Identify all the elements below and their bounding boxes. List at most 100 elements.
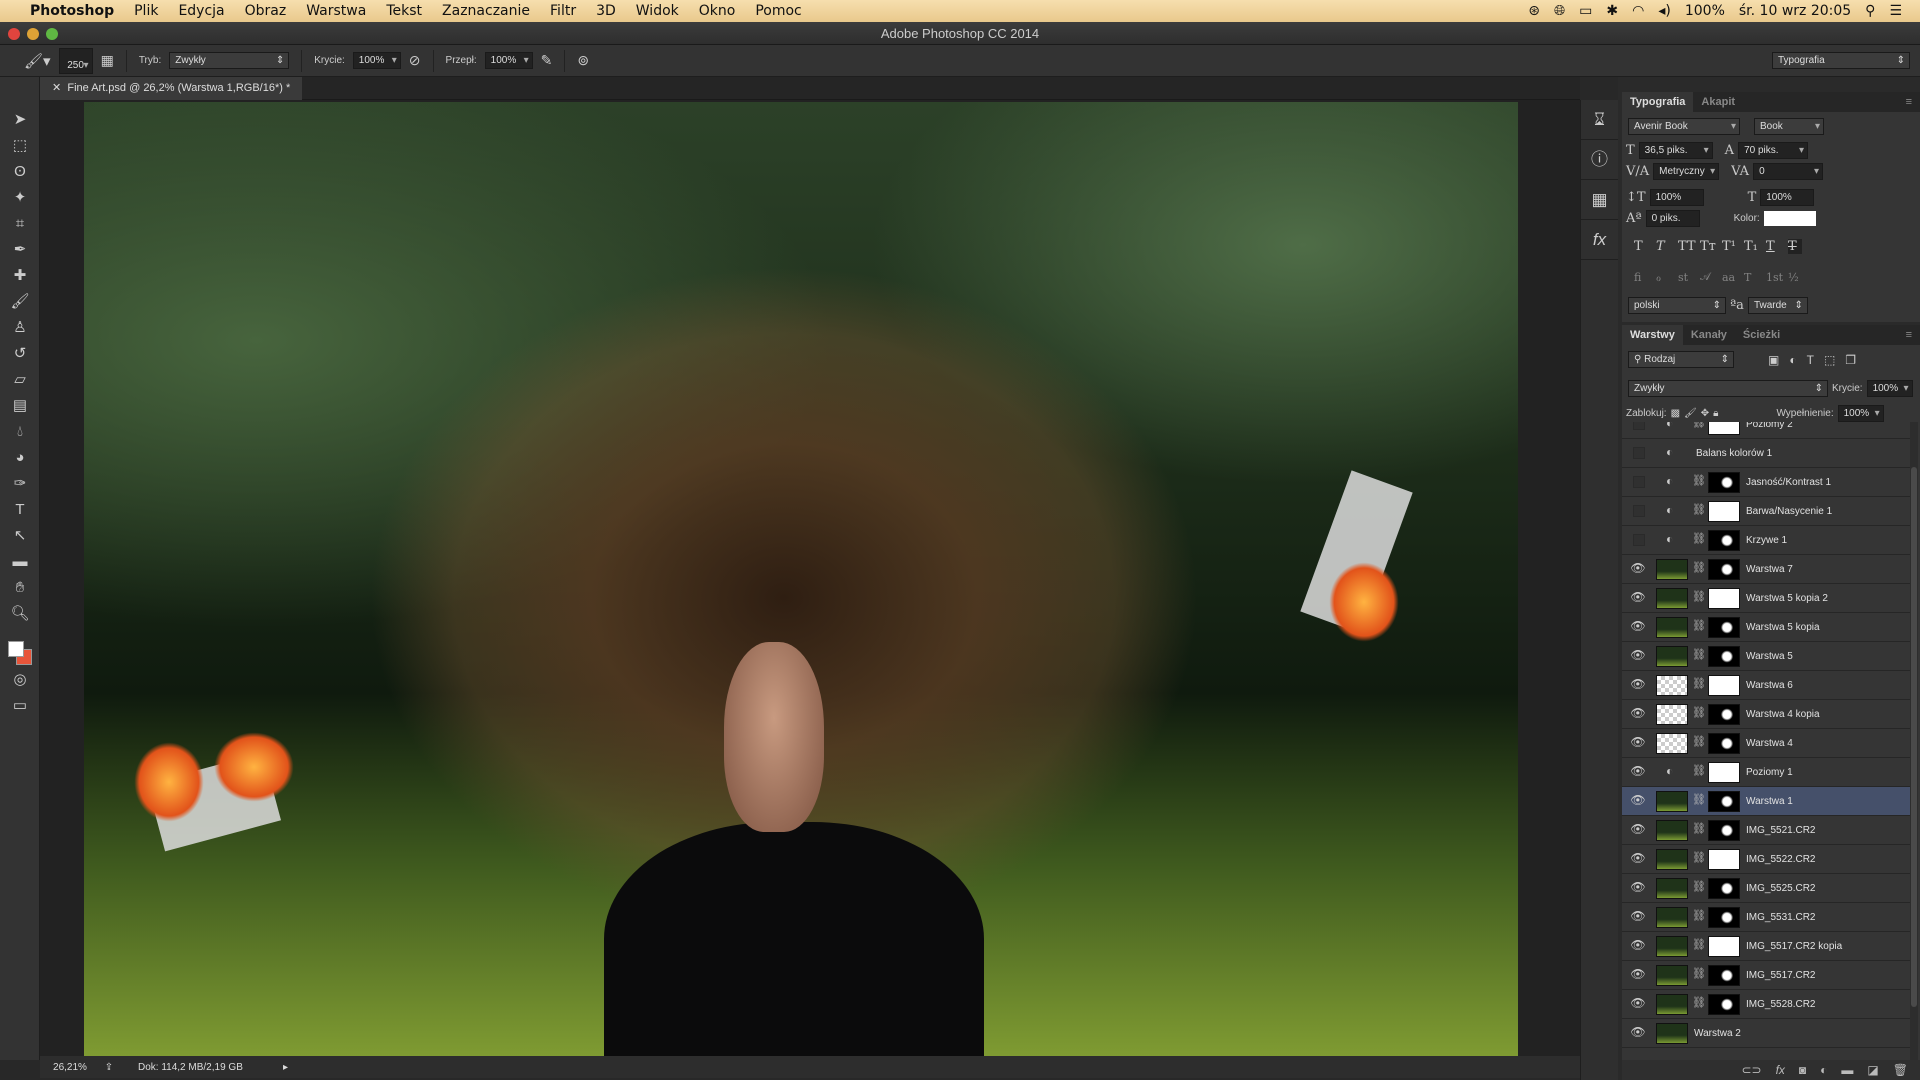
layer-row[interactable]: 👁︎ ⛓︎ IMG_5525.CR2 xyxy=(1622,874,1912,903)
visibility-toggle[interactable] xyxy=(1633,422,1645,430)
path-selection-icon[interactable]: ↖ xyxy=(0,523,40,549)
battery-percent[interactable]: 100% xyxy=(1685,3,1725,19)
mask-link-icon[interactable]: ⛓︎ xyxy=(1692,880,1706,893)
antialias-select[interactable]: Twarde ⇕ xyxy=(1747,297,1808,314)
layer-row[interactable]: 👁︎ ⛓︎ Warstwa 5 xyxy=(1622,642,1912,671)
trash-icon[interactable]: 🗑︎ xyxy=(1893,1063,1908,1077)
canvas-area[interactable] xyxy=(40,100,1580,1056)
layer-row[interactable]: 👁︎ ⛓︎ Warstwa 7 xyxy=(1622,555,1912,584)
visibility-eye-icon[interactable]: 👁︎ xyxy=(1630,996,1646,1012)
language-select[interactable]: polski ⇕ xyxy=(1628,297,1726,314)
screen-mode-icon[interactable]: ▭ xyxy=(0,693,40,719)
small-caps-button[interactable]: Tт xyxy=(1700,239,1716,254)
menu-widok[interactable]: Widok xyxy=(626,3,689,19)
blend-mode-select[interactable]: Zwykły ⇕ xyxy=(1628,380,1828,397)
mask-link-icon[interactable]: ⛓︎ xyxy=(1692,706,1706,719)
zoom-tool-icon[interactable]: 🔍︎ xyxy=(0,601,40,627)
layer-style-fx-icon[interactable]: fx xyxy=(1776,1063,1785,1077)
eyedropper-icon[interactable]: ✒ xyxy=(0,237,40,263)
discretionary-ligatures-button[interactable]: st xyxy=(1678,271,1692,284)
menu-tekst[interactable]: Tekst xyxy=(376,3,432,19)
datetime[interactable]: śr. 10 wrz 20:05 xyxy=(1739,3,1851,19)
brush-size-picker[interactable]: 250 xyxy=(58,47,93,83)
brush-tool-icon[interactable]: 🖌︎ xyxy=(0,289,40,315)
status-menu-arrow[interactable]: ▸ xyxy=(283,1062,288,1073)
scrollbar-thumb[interactable] xyxy=(1911,467,1917,1007)
visibility-eye-icon[interactable]: 👁︎ xyxy=(1630,909,1646,925)
volume-icon[interactable]: ◂) xyxy=(1658,3,1671,19)
bluetooth-icon[interactable]: ✱ xyxy=(1606,3,1618,19)
layer-row[interactable]: 👁︎ ⛓︎ IMG_5528.CR2 xyxy=(1622,990,1912,1019)
menu-obraz[interactable]: Obraz xyxy=(235,3,297,19)
menu-plik[interactable]: Plik xyxy=(124,3,168,19)
tab-typografia[interactable]: Typografia xyxy=(1622,92,1694,112)
layer-row[interactable]: 👁︎ ⛓︎ Warstwa 5 kopia 2 xyxy=(1622,584,1912,613)
visibility-eye-icon[interactable]: 👁︎ xyxy=(1630,967,1646,983)
filter-type-icon[interactable]: T xyxy=(1807,353,1814,367)
new-layer-icon[interactable]: ◪ xyxy=(1867,1063,1878,1077)
titling-button[interactable]: T xyxy=(1744,271,1758,284)
add-mask-icon[interactable]: ◙ xyxy=(1799,1063,1806,1077)
layer-row[interactable]: 👁︎ ⛓︎ Warstwa 5 kopia xyxy=(1622,613,1912,642)
layer-row[interactable]: 👁︎ ⛓︎ IMG_5522.CR2 xyxy=(1622,845,1912,874)
tab-ścieżki[interactable]: Ścieżki xyxy=(1735,325,1788,345)
styles-fx-icon[interactable]: fx xyxy=(1581,220,1618,260)
visibility-toggle[interactable] xyxy=(1633,534,1645,546)
document-image[interactable] xyxy=(84,102,1518,1056)
marquee-tool-icon[interactable]: ⬚ xyxy=(0,133,40,159)
layer-opacity-field[interactable]: 100% xyxy=(1866,380,1913,397)
mask-link-icon[interactable]: ⛓︎ xyxy=(1692,764,1706,777)
panel-menu-icon[interactable]: ≡ xyxy=(1898,92,1920,112)
close-window-button[interactable] xyxy=(8,28,20,40)
text-color-swatch[interactable] xyxy=(1763,211,1816,226)
link-layers-icon[interactable]: ⊂⊃ xyxy=(1741,1063,1761,1077)
toolbar-grip[interactable] xyxy=(0,77,39,107)
visibility-eye-icon[interactable]: 👁︎ xyxy=(1630,648,1646,664)
menu-3d[interactable]: 3D xyxy=(586,3,626,19)
strikethrough-button[interactable]: T xyxy=(1788,239,1802,254)
layer-row[interactable]: ◐ ⛓︎ Jasność/Kontrast 1 xyxy=(1622,468,1912,497)
layer-row[interactable]: ◐ Balans kolorów 1 xyxy=(1622,439,1912,468)
mask-link-icon[interactable]: ⛓︎ xyxy=(1692,503,1706,516)
layer-filter-select[interactable]: ⚲ Rodzaj ⇕ xyxy=(1628,351,1734,368)
spotlight-icon[interactable]: ⚲ xyxy=(1865,3,1875,19)
menu-zaznaczanie[interactable]: Zaznaczanie xyxy=(432,3,540,19)
close-tab-icon[interactable]: ✕ xyxy=(52,82,67,94)
brush-panel-toggle-icon[interactable]: ▦ xyxy=(101,52,114,69)
layers-scrollbar[interactable] xyxy=(1910,422,1918,1060)
magic-wand-icon[interactable]: ✦ xyxy=(0,185,40,211)
fractions-button[interactable]: ½ xyxy=(1788,271,1802,284)
mask-link-icon[interactable]: ⛓︎ xyxy=(1692,967,1706,980)
fill-field[interactable]: 100% xyxy=(1837,405,1884,422)
mask-link-icon[interactable]: ⛓︎ xyxy=(1692,619,1706,632)
mask-link-icon[interactable]: ⛓︎ xyxy=(1692,996,1706,1009)
visibility-eye-icon[interactable]: 👁︎ xyxy=(1630,880,1646,896)
visibility-eye-icon[interactable]: 👁︎ xyxy=(1630,590,1646,606)
tab-warstwy[interactable]: Warstwy xyxy=(1622,325,1683,345)
ligatures-button[interactable]: ﬁ xyxy=(1634,271,1648,284)
stylistic-alternates-button[interactable]: aa xyxy=(1722,271,1736,284)
visibility-eye-icon[interactable]: 👁︎ xyxy=(1630,561,1646,577)
dodge-tool-icon[interactable]: ◕ xyxy=(0,445,40,471)
hand-tool-icon[interactable]: ✋︎ xyxy=(0,575,40,601)
blur-tool-icon[interactable]: 💧︎ xyxy=(0,419,40,445)
lasso-tool-icon[interactable]: ʘ xyxy=(0,159,40,185)
creative-cloud-icon[interactable]: ⊛ xyxy=(1528,3,1540,19)
layer-row[interactable]: 👁︎ ⛓︎ IMG_5517.CR2 xyxy=(1622,961,1912,990)
visibility-toggle[interactable] xyxy=(1633,447,1645,459)
old-style-button[interactable]: ℴ xyxy=(1656,271,1670,284)
menu-filtr[interactable]: Filtr xyxy=(540,3,586,19)
mode-select[interactable]: Zwykły ⇕ xyxy=(169,52,290,69)
menu-edycja[interactable]: Edycja xyxy=(168,3,234,19)
zoom-level[interactable]: 26,21% xyxy=(46,1062,94,1073)
swatches-grid-icon[interactable]: ▦ xyxy=(1581,180,1618,220)
mask-link-icon[interactable]: ⛓︎ xyxy=(1692,561,1706,574)
lock-all-icon[interactable]: 🔒︎ xyxy=(1713,408,1718,419)
history-icon[interactable]: ⌛︎ xyxy=(1581,100,1618,140)
kerning-field[interactable]: Metryczny xyxy=(1653,163,1720,180)
underline-button[interactable]: T xyxy=(1766,239,1780,254)
font-family-select[interactable]: Avenir Book xyxy=(1628,118,1740,135)
mask-link-icon[interactable]: ⛓︎ xyxy=(1692,590,1706,603)
mask-link-icon[interactable]: ⛓︎ xyxy=(1692,648,1706,661)
pressure-opacity-icon[interactable]: ⊘ xyxy=(409,52,421,69)
